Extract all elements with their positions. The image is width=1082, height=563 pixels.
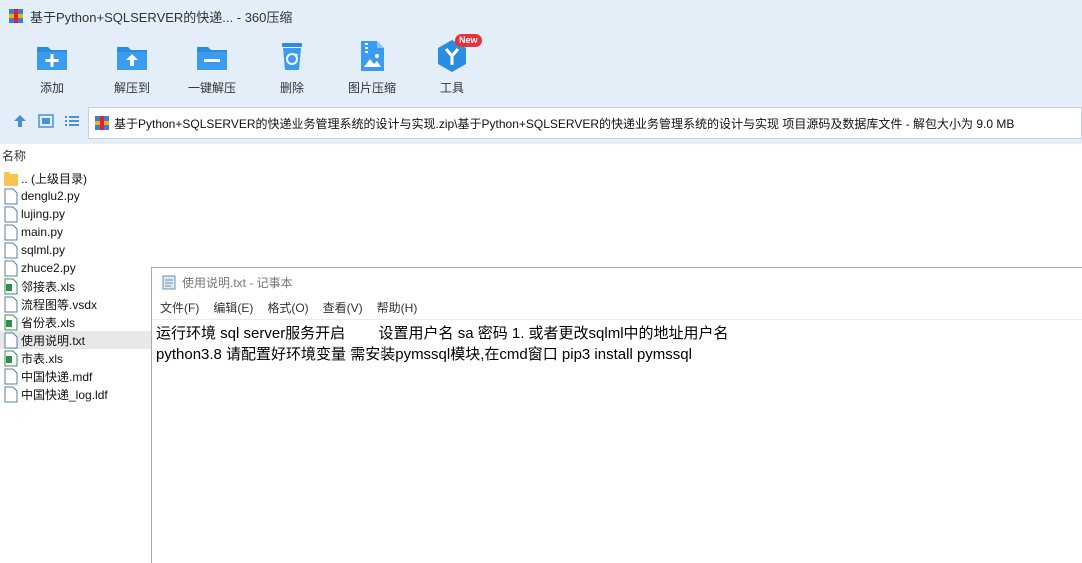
notepad-icon [162, 275, 176, 290]
file-name: 中国快递_log.ldf [21, 387, 108, 402]
notepad-menu-bar: 文件(F) 编辑(E) 格式(O) 查看(V) 帮助(H) [152, 296, 1082, 320]
document-icon [4, 332, 18, 348]
app-window: 基于Python+SQLSERVER的快递... - 360压缩 添加 解压到 … [0, 0, 1082, 563]
document-icon [4, 206, 18, 222]
recycle-bin-icon [282, 43, 302, 70]
notepad-title: 使用说明.txt - 记事本 [182, 275, 293, 290]
top-chrome: 基于Python+SQLSERVER的快递... - 360压缩 添加 解压到 … [0, 0, 1082, 144]
archive-app-icon [9, 9, 23, 23]
menu-file[interactable]: 文件(F) [160, 299, 199, 316]
delete-button-label: 删除 [279, 81, 304, 95]
path-bar: 基于Python+SQLSERVER的快递业务管理系统的设计与实现.zip\基于… [0, 104, 1082, 140]
image-compress-button[interactable]: 图片压缩 [332, 36, 412, 100]
extract-to-button-label: 解压到 [113, 81, 150, 95]
file-name: main.py [21, 225, 64, 239]
title-bar: 基于Python+SQLSERVER的快递... - 360压缩 [0, 0, 1082, 32]
list-item[interactable]: denglu2.py [0, 187, 152, 205]
one-click-extract-button-label: 一键解压 [187, 81, 236, 95]
menu-help[interactable]: 帮助(H) [377, 299, 418, 316]
one-click-extract-icon [197, 47, 227, 70]
tools-button-label: 工具 [439, 81, 464, 95]
tools-button[interactable]: New 工具 [412, 34, 492, 100]
list-item[interactable]: 省份表.xls [0, 313, 152, 331]
extract-to-button[interactable]: 解压到 [92, 36, 172, 100]
list-item[interactable]: sqlml.py [0, 241, 152, 259]
text-line: python3.8 请配置好环境变量 需安装pymssql模块,在cmd窗口 p… [156, 346, 692, 363]
menu-edit[interactable]: 编辑(E) [213, 299, 253, 316]
folder-icon [4, 171, 18, 186]
list-item[interactable]: 中国快递.mdf [0, 367, 152, 385]
menu-view[interactable]: 查看(V) [323, 299, 363, 316]
notepad-text-area[interactable]: 运行环境 sql server服务开启 设置用户名 sa 密码 1. 或者更改s… [152, 320, 1082, 365]
extract-to-icon [117, 47, 147, 70]
list-item-selected[interactable]: 使用说明.txt [0, 331, 152, 349]
text-line: 运行环境 sql server服务开启 设置用户名 sa 密码 1. 或者更改s… [156, 325, 729, 342]
excel-file-icon [4, 278, 18, 294]
image-compress-button-label: 图片压缩 [347, 81, 396, 95]
list-item[interactable]: lujing.py [0, 205, 152, 223]
list-view-icon[interactable] [63, 112, 81, 130]
document-icon [4, 296, 18, 312]
image-compress-icon [361, 41, 384, 71]
list-item[interactable]: 中国快递_log.ldf [0, 385, 152, 403]
file-name: 中国快递.mdf [21, 369, 93, 384]
menu-format[interactable]: 格式(O) [267, 299, 308, 316]
notepad-title-bar[interactable]: 使用说明.txt - 记事本 [152, 268, 1082, 296]
window-title: 基于Python+SQLSERVER的快递... - 360压缩 [30, 9, 293, 25]
one-click-extract-button[interactable]: 一键解压 [172, 36, 252, 100]
excel-file-icon [4, 314, 18, 330]
file-name: .. (上级目录) [21, 171, 87, 186]
list-item[interactable]: main.py [0, 223, 152, 241]
add-button[interactable]: 添加 [12, 36, 92, 100]
delete-button[interactable]: 删除 [252, 36, 332, 100]
list-item[interactable]: 流程图等.vsdx [0, 295, 152, 313]
file-name: 市表.xls [21, 351, 64, 366]
arrow-up-icon[interactable] [11, 112, 29, 130]
file-name: 使用说明.txt [21, 333, 86, 348]
document-icon [4, 260, 18, 276]
file-list: .. (上级目录) denglu2.py lujing.py main.py s… [0, 169, 152, 403]
file-name: denglu2.py [21, 189, 80, 203]
path-field[interactable]: 基于Python+SQLSERVER的快递业务管理系统的设计与实现.zip\基于… [88, 107, 1082, 139]
file-name: sqlml.py [21, 243, 66, 257]
thumbnail-view-icon[interactable] [37, 112, 55, 130]
file-name: zhuce2.py [21, 261, 76, 275]
document-icon [4, 386, 18, 402]
list-item[interactable]: 市表.xls [0, 349, 152, 367]
file-name: lujing.py [21, 207, 66, 221]
file-name: 省份表.xls [21, 315, 76, 330]
excel-file-icon [4, 350, 18, 366]
new-badge: New [455, 34, 482, 47]
add-icon [37, 47, 67, 70]
list-item[interactable]: 邻接表.xls [0, 277, 152, 295]
document-icon [4, 188, 18, 204]
file-name: 流程图等.vsdx [21, 297, 98, 312]
add-button-label: 添加 [39, 81, 64, 95]
document-icon [4, 242, 18, 258]
list-item-parent-dir[interactable]: .. (上级目录) [0, 169, 152, 187]
file-name: 邻接表.xls [21, 279, 76, 294]
zip-file-icon [95, 116, 109, 130]
column-header-name[interactable]: 名称 [0, 147, 1082, 165]
document-icon [4, 368, 18, 384]
tools-icon-wrap: New [435, 34, 482, 73]
path-text: 基于Python+SQLSERVER的快递业务管理系统的设计与实现.zip\基于… [114, 116, 1015, 131]
document-icon [4, 224, 18, 240]
notepad-window: 使用说明.txt - 记事本 文件(F) 编辑(E) 格式(O) 查看(V) 帮… [151, 267, 1082, 563]
list-item[interactable]: zhuce2.py [0, 259, 152, 277]
